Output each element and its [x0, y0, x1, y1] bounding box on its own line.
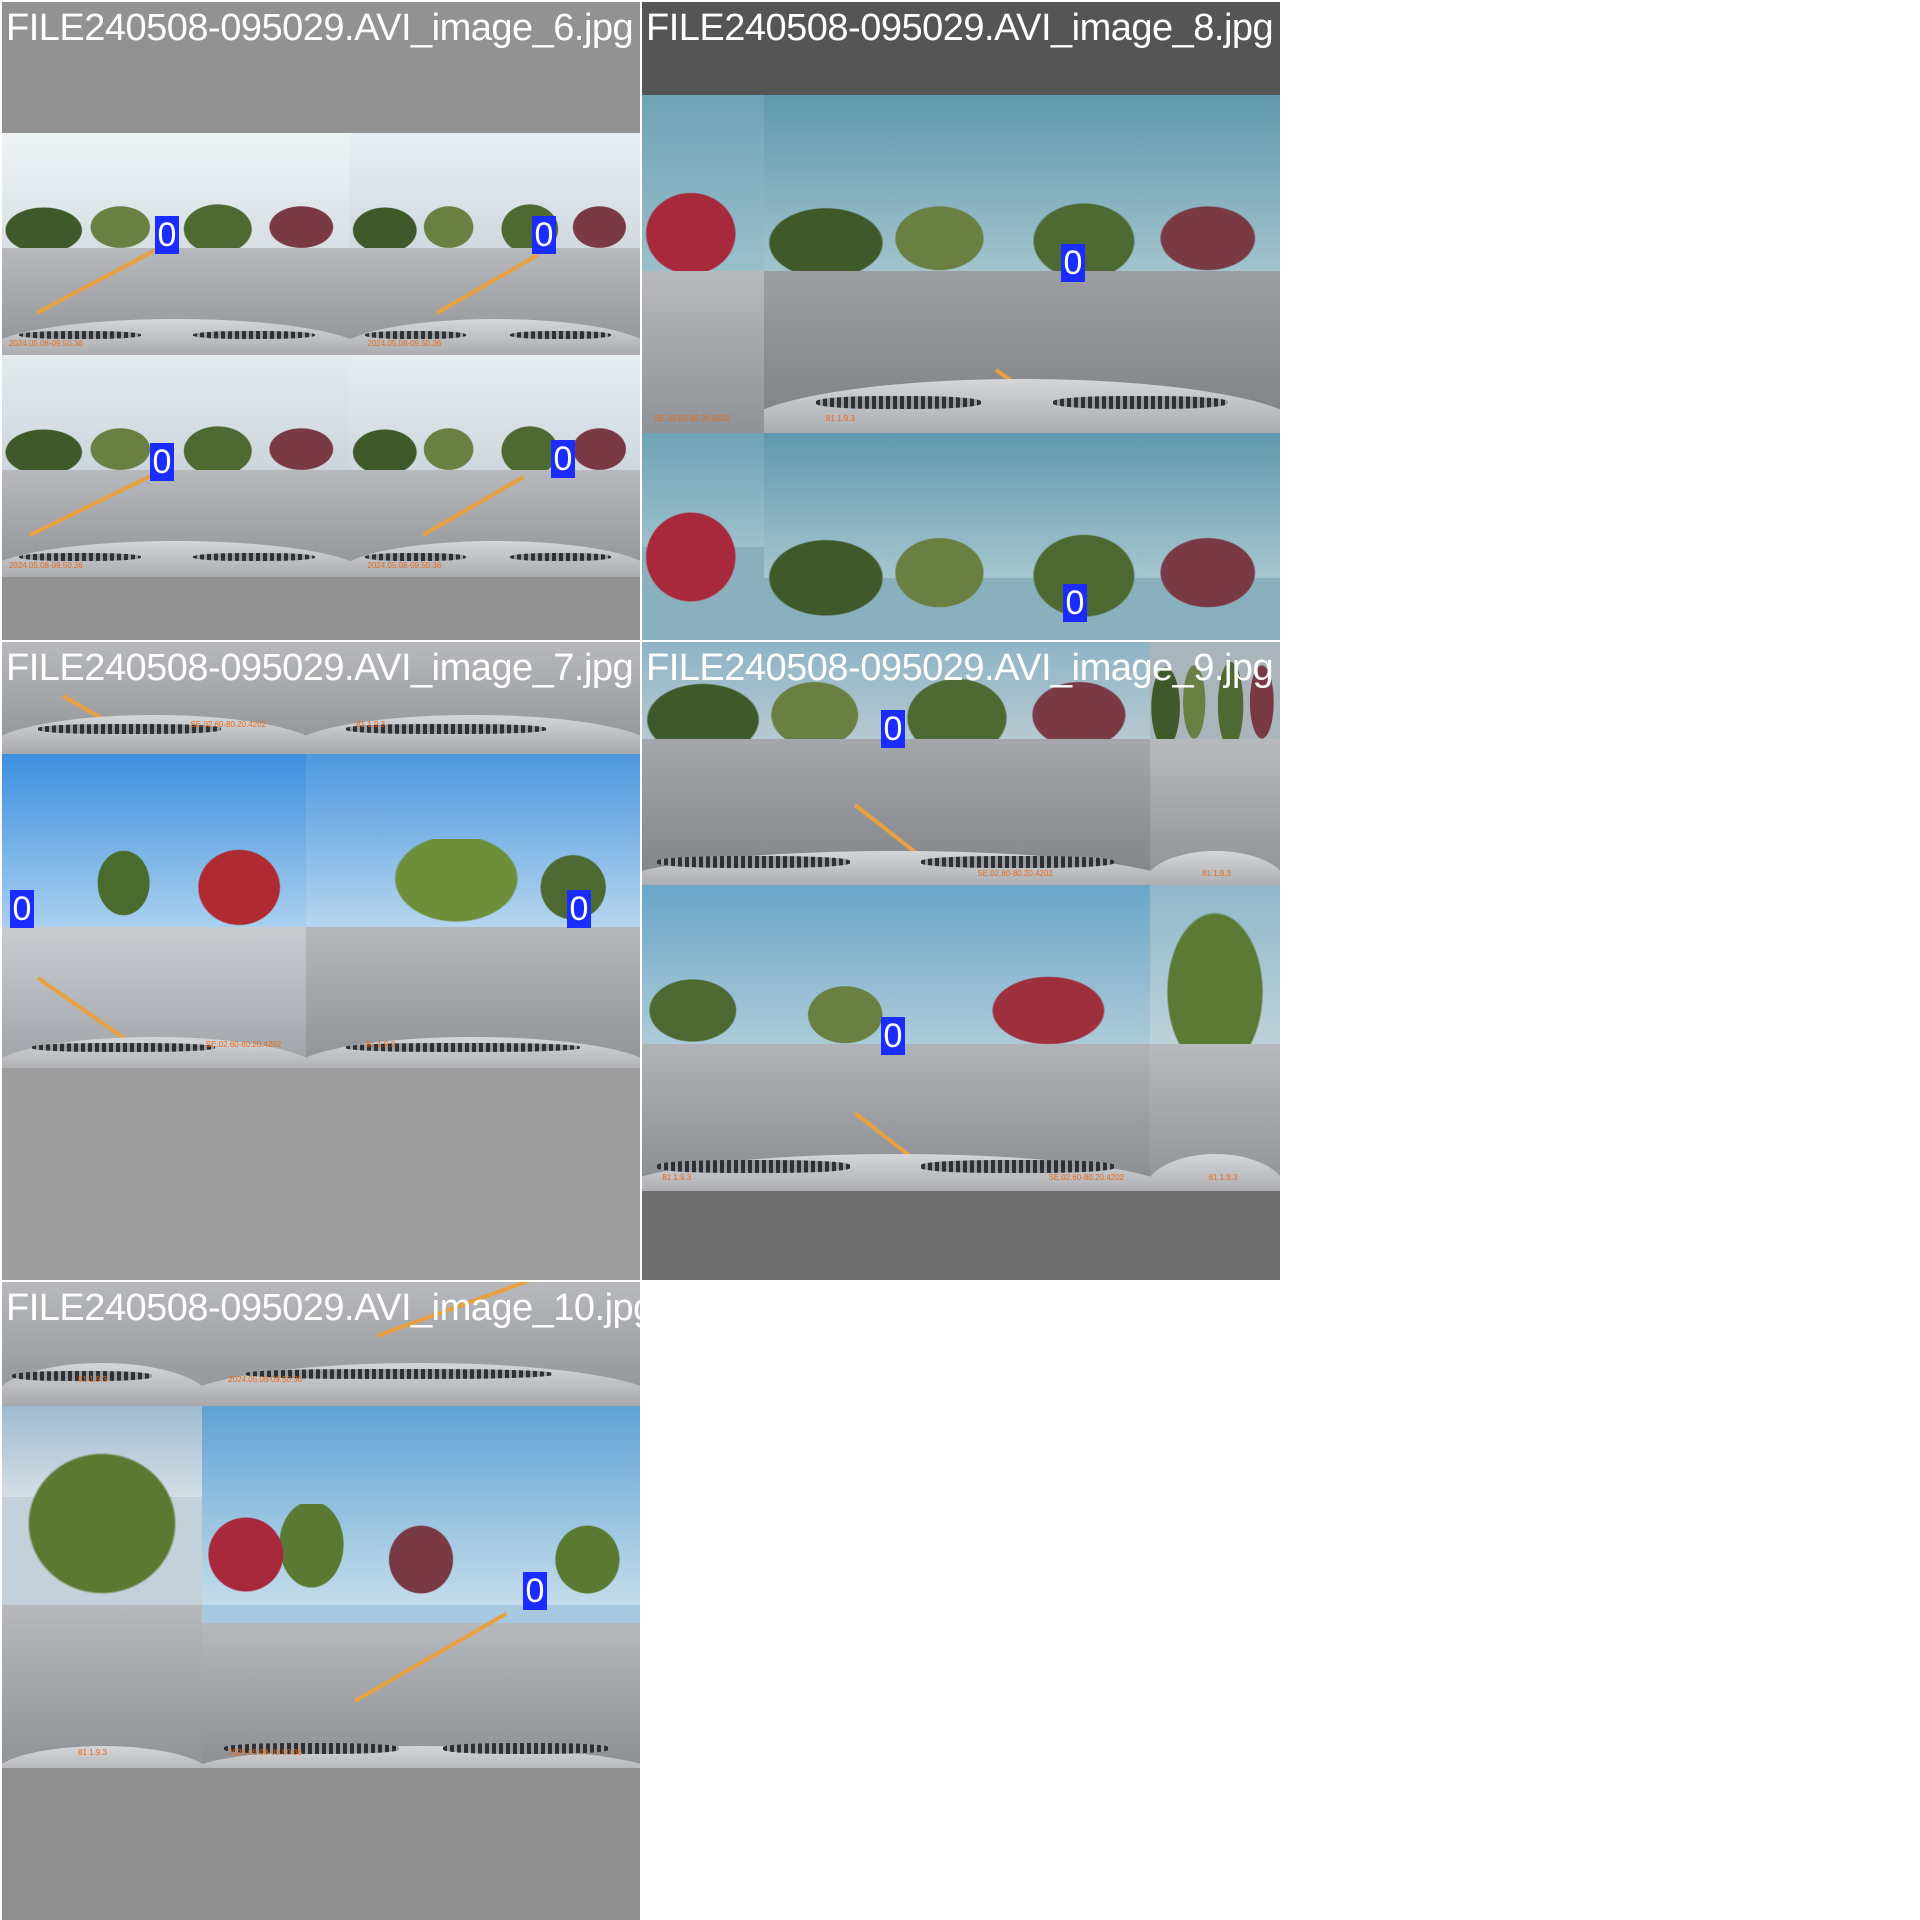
dashcam-timestamp: 2024.05.08-09.50.36 [228, 1748, 303, 1758]
mosaic-tile-image-8: FILE240508-095029.AVI_image_8.jpg SE.02.… [642, 2, 1280, 640]
tile-title: FILE240508-095029.AVI_image_7.jpg [6, 647, 634, 689]
road-frame [642, 433, 764, 640]
dashcam-timestamp: 2024.05.08-09.50.36 [367, 561, 442, 571]
dashcam-timestamp: 2024.05.08-09.50.36 [8, 339, 83, 349]
detection-label: 0 [532, 216, 556, 254]
road-frame: 2024.05.08-09.50.36 [350, 133, 640, 355]
dashcam-speed: 81 1.9.3 [1202, 868, 1231, 878]
tile-title: FILE240508-095029.AVI_image_6.jpg [6, 7, 634, 49]
road-frame: 81 1.9.3 [764, 95, 1280, 433]
dashcam-speed: 81 1.9.3 [78, 1374, 107, 1384]
dashcam-speed: 81 1.9.3 [662, 1172, 692, 1182]
detection-label: 0 [881, 1017, 905, 1055]
detection-label: 0 [881, 710, 905, 748]
road-frame: 2024.05.08-09.50.36 [202, 1406, 640, 1768]
road-frame: 2024.05.08-09.50.36 [2, 355, 350, 577]
detection-label: 0 [1063, 584, 1087, 622]
road-frame [764, 433, 1280, 640]
dashcam-timestamp: 2024.05.08-09.50.36 [367, 339, 442, 349]
dashcam-speed: 81 1.9.3 [366, 1040, 396, 1050]
detection-label: 0 [150, 443, 174, 481]
tile-title: FILE240508-095029.AVI_image_10.jpg [6, 1287, 640, 1329]
road-frame: 81 1.9.3 [2, 1406, 202, 1768]
detection-label: 0 [567, 890, 591, 928]
mosaic-tile-image-7: SE.02.60-80.20.4202 81 1.9.3 FILE240508-… [2, 642, 640, 1280]
road-frame: 81 1.9.3 [1150, 885, 1280, 1191]
detection-label: 0 [1061, 244, 1085, 282]
dashcam-timestamp: SE.02.60-80.20.4202 [190, 720, 267, 730]
dashcam-timestamp: SE.02.60-80.20.4202 [654, 413, 730, 423]
road-frame: 2024.05.08-09.50.36 [350, 355, 640, 577]
dashcam-speed: 81 1.9.3 [356, 720, 386, 730]
road-frame: SE.02.60-80.20.4202 [2, 754, 306, 1068]
dashcam-timestamp: SE.02.60-80.20.4202 [977, 868, 1053, 878]
detection-label: 0 [155, 216, 179, 254]
dashcam-timestamp: 2024.05.08-09.50.36 [8, 561, 83, 571]
dashcam-timestamp: SE.02.60-80.20.4202 [205, 1040, 282, 1050]
mosaic-tile-image-6: FILE240508-095029.AVI_image_6.jpg 2024.0… [2, 2, 640, 640]
detection-label: 0 [551, 440, 575, 478]
dashcam-speed: 81 1.9.3 [825, 413, 855, 423]
tile-title: FILE240508-095029.AVI_image_8.jpg [646, 7, 1274, 49]
detection-label: 0 [10, 890, 34, 928]
dashcam-speed: 81 1.9.3 [1208, 1172, 1238, 1182]
mosaic-tile-image-9: SE.02.60-80.20.4202 81 1.9.3 FILE240508-… [642, 642, 1280, 1280]
dashcam-timestamp: SE.02.60-80.20.4202 [1048, 1172, 1125, 1182]
dashcam-timestamp: 2024.05.08-09.50.36 [228, 1374, 303, 1384]
tile-title: FILE240508-095029.AVI_image_9.jpg [646, 647, 1274, 689]
mosaic-tile-image-10: 81 1.9.3 2024.05.08-09.50.36 FILE240508-… [2, 1282, 640, 1920]
detection-label: 0 [523, 1572, 547, 1610]
dashcam-speed: 81 1.9.3 [78, 1748, 107, 1758]
road-frame: SE.02.60-80.20.4202 [642, 95, 764, 433]
